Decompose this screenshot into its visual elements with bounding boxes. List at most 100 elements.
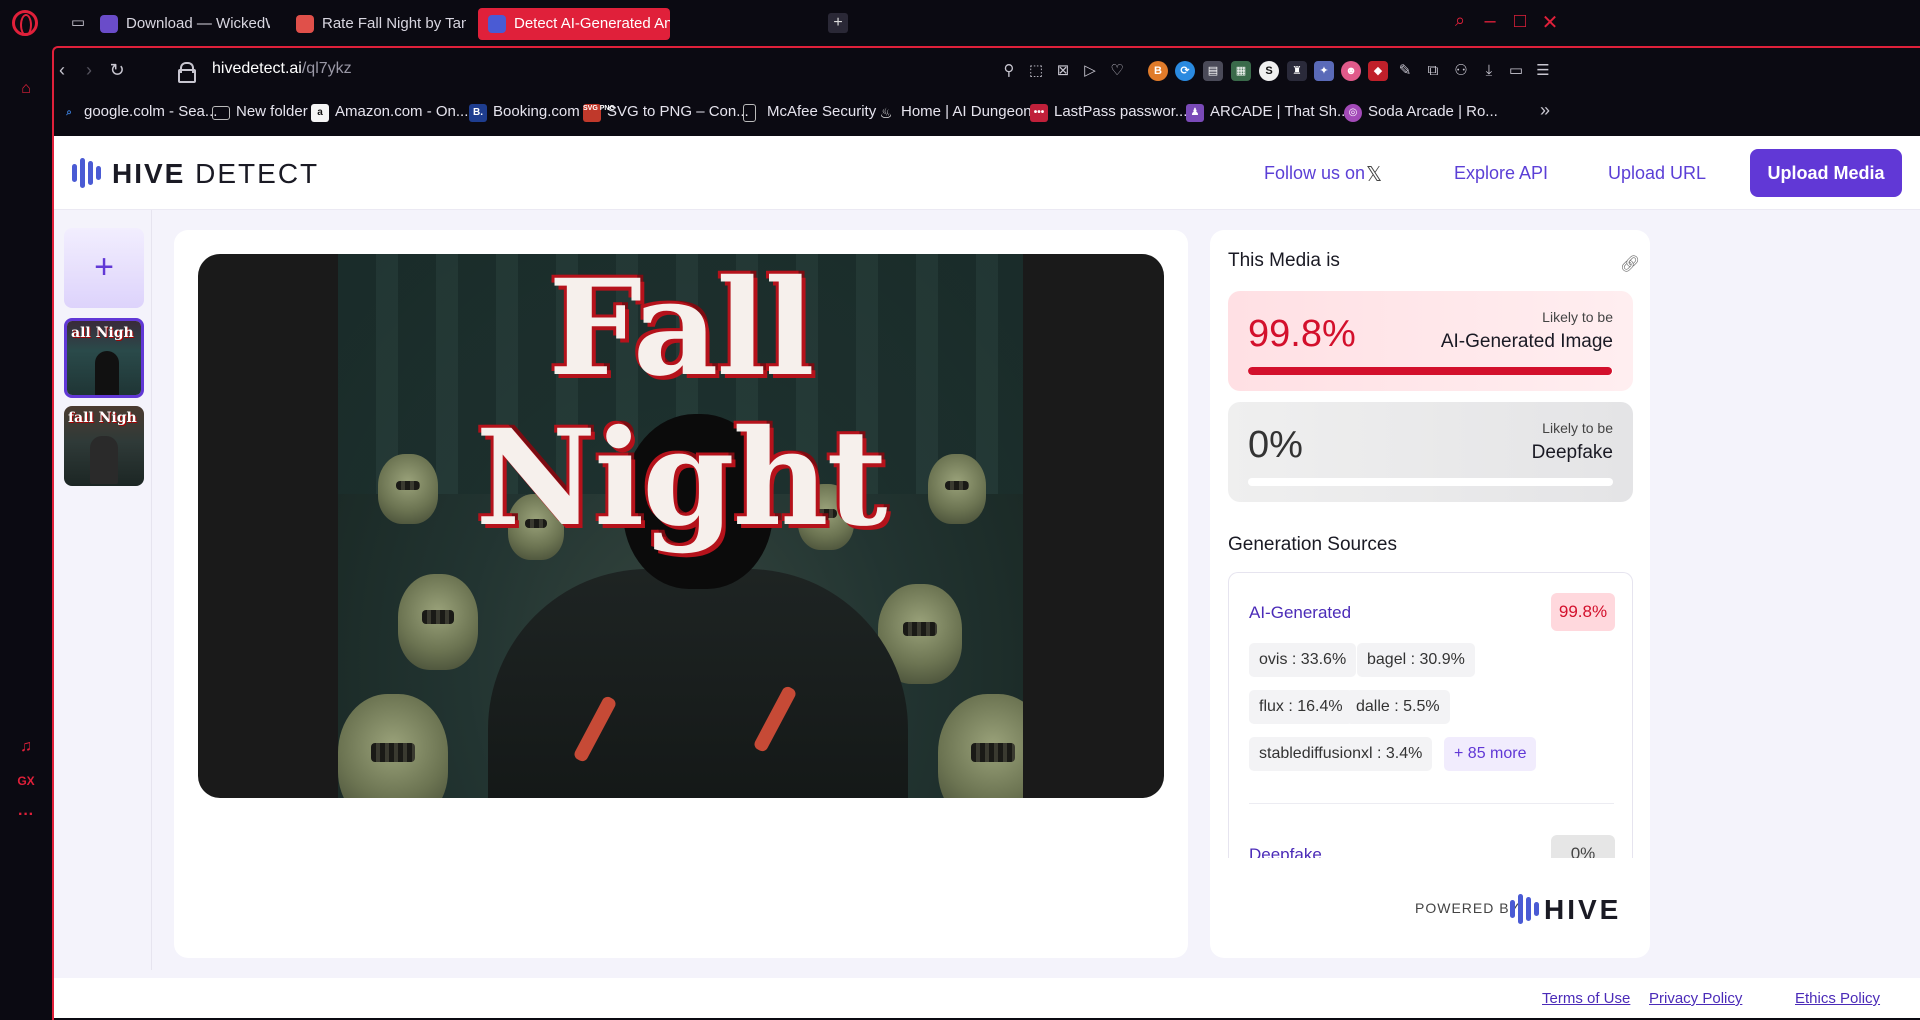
easy-setup-icon[interactable]: ☰ [1534, 62, 1552, 80]
tab-label: Download — WickedWhim [126, 15, 270, 32]
bookmark-soda-arcade[interactable]: ◎ Soda Arcade | Ro... [1344, 103, 1498, 122]
snapshot-icon[interactable]: ⬚ [1027, 62, 1045, 80]
bookmark-lastpass[interactable]: ••• LastPass passwor... [1030, 103, 1187, 122]
extension-icon[interactable]: ⟳ [1175, 61, 1195, 81]
adblock-icon[interactable]: ⊠ [1054, 62, 1072, 80]
tab-rate-fall-night[interactable]: Rate Fall Night by TanaFO [286, 8, 466, 40]
battery-icon[interactable]: ▭ [1507, 62, 1525, 80]
puzzle-icon[interactable]: ⧉ [1424, 62, 1442, 80]
tab-detect-ai[interactable]: Detect AI-Generated And D [478, 8, 670, 40]
bookmarks-overflow-icon[interactable]: » [1540, 100, 1550, 121]
tab-favicon [296, 15, 314, 33]
logo-light: DETECT [185, 158, 320, 189]
bookmark-booking[interactable]: B. Booking.com [469, 103, 580, 122]
account-icon[interactable]: ⚇ [1452, 62, 1470, 80]
hive-wordmark[interactable]: HIVE [1544, 894, 1621, 926]
gx-icon[interactable]: GX [14, 774, 38, 788]
extension-icon[interactable]: ☻ [1341, 61, 1361, 81]
music-icon[interactable]: ♫ [14, 738, 38, 756]
media-thumbnail[interactable]: fall Nigh [64, 406, 144, 486]
source-chip: bagel : 30.9% [1357, 643, 1475, 677]
upload-media-button[interactable]: Upload Media [1750, 149, 1902, 197]
bookmark-label: SVG to PNG – Con... [607, 103, 749, 120]
thumbnail-image: all Nigh [67, 321, 141, 395]
bookmark-ai-dungeon[interactable]: ♨ Home | AI Dungeon [877, 103, 1032, 121]
thumbnail-image: fall Nigh [64, 406, 144, 486]
terms-link[interactable]: Terms of Use [1542, 990, 1630, 1007]
back-icon[interactable]: ‹ [50, 60, 74, 81]
download-icon[interactable]: ⤓ [1480, 62, 1498, 80]
fall-night-artwork: Fall Night [338, 254, 1023, 798]
tab-label: Detect AI-Generated And D [514, 15, 670, 32]
lastpass-icon: ••• [1030, 104, 1048, 122]
amazon-icon: a [311, 104, 329, 122]
extension-icon[interactable]: ✦ [1314, 61, 1334, 81]
bookmark-label: Amazon.com - On... [335, 103, 469, 120]
source-chip: flux : 16.4% [1249, 690, 1353, 724]
extension-icon[interactable]: ▤ [1203, 61, 1223, 81]
folder-icon [212, 106, 230, 120]
privacy-link[interactable]: Privacy Policy [1649, 990, 1742, 1007]
follow-us-link[interactable]: Follow us on [1264, 163, 1365, 184]
tab-label: Rate Fall Night by TanaFO [322, 15, 466, 32]
extension-icon[interactable]: B [1148, 61, 1168, 81]
gx-control-icon[interactable]: ⌂ [14, 80, 38, 98]
add-media-button[interactable]: + [64, 228, 144, 308]
extension-icon[interactable]: ▦ [1231, 61, 1251, 81]
extension-icon[interactable]: S [1259, 61, 1279, 81]
extension-icon[interactable]: ◆ [1368, 61, 1388, 81]
minimize-icon[interactable]: – [1478, 10, 1502, 33]
deepfake-section-badge: 0% [1551, 835, 1615, 858]
url-field[interactable]: hivedetect.ai/ql7ykz [212, 60, 352, 78]
search-icon[interactable]: ⌕ [1448, 10, 1472, 31]
hive-logo-icon [1510, 894, 1540, 924]
deepfake-progress-bar [1248, 478, 1613, 486]
reload-icon[interactable]: ↻ [105, 60, 129, 81]
pin-icon[interactable]: ⚲ [1000, 62, 1018, 80]
hive-logo-icon[interactable] [72, 158, 102, 188]
tab-wickedwhims[interactable]: Download — WickedWhim [90, 8, 270, 40]
tab-islands-icon[interactable]: ▭ [67, 13, 89, 33]
ethics-link[interactable]: Ethics Policy [1795, 990, 1880, 1007]
bookmark-svg-png[interactable]: SVG PNG SVG to PNG – Con... [583, 103, 749, 122]
more-icon[interactable]: ··· [14, 806, 38, 824]
site-logo[interactable]: HIVE DETECT [112, 158, 319, 190]
bookmark-mcafee[interactable]: McAfee Security [743, 103, 876, 122]
bookmark-label: Soda Arcade | Ro... [1368, 103, 1498, 120]
maximize-icon[interactable]: □ [1508, 10, 1532, 33]
media-preview-card: Fall Night [174, 230, 1188, 958]
source-chip: dalle : 5.5% [1346, 690, 1450, 724]
new-tab-button[interactable]: + [828, 13, 848, 33]
media-preview: Fall Night [198, 254, 1164, 798]
ai-generated-score: 99.8% Likely to be AI-Generated Image [1228, 291, 1633, 391]
opera-menu-icon[interactable] [12, 10, 38, 36]
source-chip: stablediffusionxl : 3.4% [1249, 737, 1433, 771]
pencil-icon[interactable]: ✎ [1396, 62, 1414, 80]
generation-sources-list[interactable]: AI-Generated 99.8% ovis : 33.6% bagel : … [1228, 572, 1633, 858]
more-sources-button[interactable]: + 85 more [1444, 737, 1537, 771]
powered-by-label: POWERED BY [1415, 900, 1520, 916]
browser-sidebar: ⌂ ♫ GX ··· [0, 46, 52, 1020]
media-thumbnail-selected[interactable]: all Nigh [64, 318, 144, 398]
close-icon[interactable]: ✕ [1538, 10, 1562, 35]
bookmark-amazon[interactable]: a Amazon.com - On... [311, 103, 469, 122]
bookmark-google[interactable]: ⌕ google.colm - Sea... [60, 103, 217, 120]
bookmark-label: ARCADE | That Sh... [1210, 103, 1350, 120]
bookmark-new-folder[interactable]: New folder [212, 103, 308, 120]
extension-icon[interactable]: ♜ [1287, 61, 1307, 81]
upload-url-link[interactable]: Upload URL [1608, 163, 1706, 184]
x-twitter-icon[interactable]: 𝕏 [1366, 162, 1382, 187]
bookmark-arcade[interactable]: ♟ ARCADE | That Sh... [1186, 103, 1350, 122]
site-footer: Terms of Use Privacy Policy Ethics Polic… [54, 978, 1920, 1018]
ai-generated-badge: 99.8% [1551, 593, 1615, 631]
explore-api-link[interactable]: Explore API [1454, 163, 1548, 184]
forward-icon[interactable]: › [77, 60, 101, 81]
bookmark-label: New folder [236, 103, 308, 120]
tab-favicon [488, 15, 506, 33]
deepfake-score: 0% Likely to be Deepfake [1228, 402, 1633, 502]
thumbnail-sidebar: + all Nigh fall Nigh [54, 210, 152, 970]
share-link-icon[interactable]: 🔗︎ [1620, 254, 1640, 274]
ai-kind: AI-Generated Image [1440, 331, 1613, 352]
heart-icon[interactable]: ♡ [1108, 62, 1126, 80]
player-icon[interactable]: ▷ [1081, 62, 1099, 80]
